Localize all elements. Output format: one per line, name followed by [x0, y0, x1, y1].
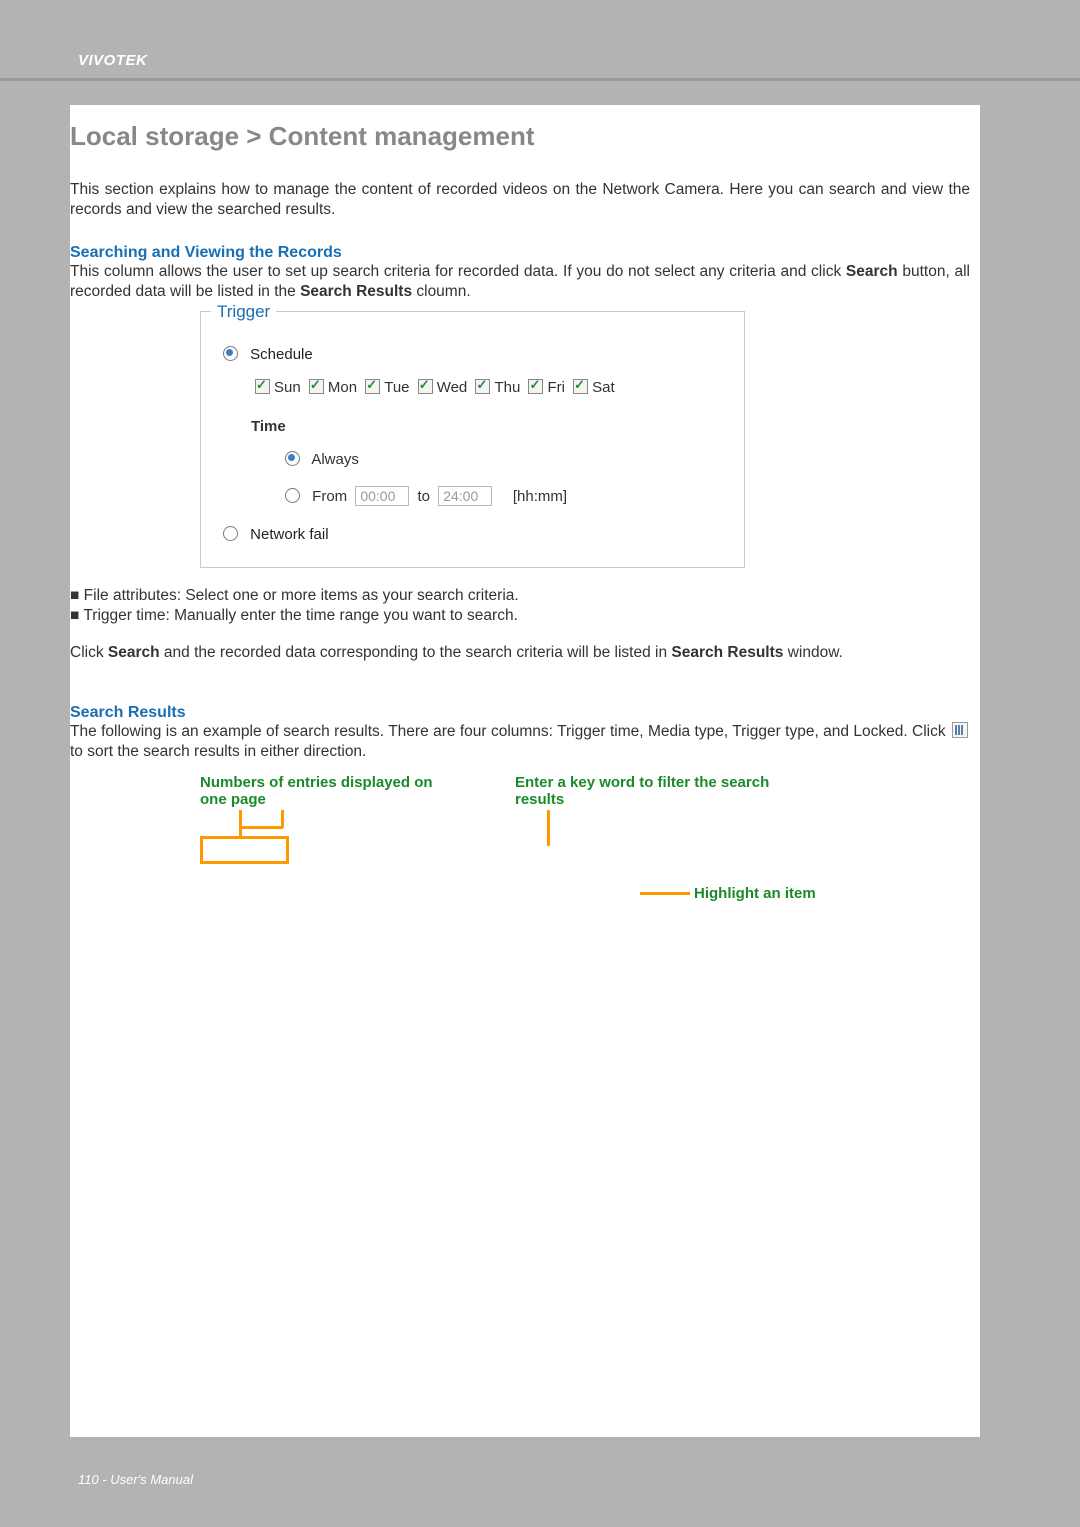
page-footer: 110 - User's Manual [78, 1472, 193, 1487]
bullet-trigger-time: ■ Trigger time: Manually enter the time … [70, 606, 970, 627]
checkbox-fri[interactable] [528, 379, 543, 394]
day-thu: Thu [494, 379, 520, 396]
text-span: This column allows the user to set up se… [70, 263, 846, 280]
sort-columns-icon[interactable] [952, 722, 968, 738]
click-search-para: Click Search and the recorded data corre… [70, 643, 970, 663]
network-fail-radio[interactable] [223, 526, 238, 541]
text-span: cloumn. [412, 283, 471, 300]
section-results-title: Search Results [70, 704, 970, 722]
network-fail-label: Network fail [250, 526, 328, 543]
checkbox-thu[interactable] [475, 379, 490, 394]
checkbox-tue[interactable] [365, 379, 380, 394]
callout-entries-per-page: Numbers of entries displayed on one page [200, 774, 460, 809]
text-span: The following is an example of search re… [70, 723, 950, 740]
from-time-input[interactable]: 00:00 [355, 486, 409, 506]
checkbox-sat[interactable] [573, 379, 588, 394]
callout-highlight-item: Highlight an item [694, 885, 816, 902]
trigger-fieldset: Trigger Schedule Sun Mon Tue Wed Thu Fri… [200, 311, 745, 568]
section-searching-para: This column allows the user to set up se… [70, 262, 970, 302]
day-wed: Wed [437, 379, 468, 396]
section-searching-title: Searching and Viewing the Records [70, 244, 970, 262]
days-row: Sun Mon Tue Wed Thu Fri Sat [255, 379, 730, 396]
always-label: Always [311, 451, 359, 468]
section-results-para: The following is an example of search re… [70, 722, 970, 762]
text-span: window. [783, 644, 842, 661]
day-mon: Mon [328, 379, 357, 396]
day-sat: Sat [592, 379, 615, 396]
text-span: and the recorded data corresponding to t… [160, 644, 672, 661]
checkbox-mon[interactable] [309, 379, 324, 394]
bold-search-results: Search Results [671, 644, 783, 661]
checkbox-wed[interactable] [418, 379, 433, 394]
brand-label: VIVOTEK [78, 52, 147, 69]
to-label: to [418, 488, 431, 505]
callout-filter-keyword: Enter a key word to filter the search re… [515, 774, 775, 809]
text-span: Click [70, 644, 108, 661]
callout-diagram: Numbers of entries displayed on one page… [70, 774, 970, 914]
bold-search-results: Search Results [300, 283, 412, 300]
bold-search: Search [846, 263, 898, 280]
intro-paragraph: This section explains how to manage the … [70, 180, 970, 220]
bullet-file-attributes: ■ File attributes: Select one or more it… [70, 586, 970, 607]
always-radio[interactable] [285, 451, 300, 466]
from-radio[interactable] [285, 488, 300, 503]
hhmm-label: [hh:mm] [513, 488, 567, 505]
to-time-input[interactable]: 24:00 [438, 486, 492, 506]
trigger-legend: Trigger [211, 302, 276, 322]
from-label: From [312, 488, 347, 505]
text-span: to sort the search results in either dir… [70, 743, 366, 760]
checkbox-sun[interactable] [255, 379, 270, 394]
bold-search: Search [108, 644, 160, 661]
schedule-radio[interactable] [223, 346, 238, 361]
schedule-label: Schedule [250, 346, 313, 363]
day-tue: Tue [384, 379, 409, 396]
page-title: Local storage > Content management [70, 117, 970, 152]
day-sun: Sun [274, 379, 301, 396]
time-label: Time [251, 418, 730, 435]
day-fri: Fri [547, 379, 565, 396]
